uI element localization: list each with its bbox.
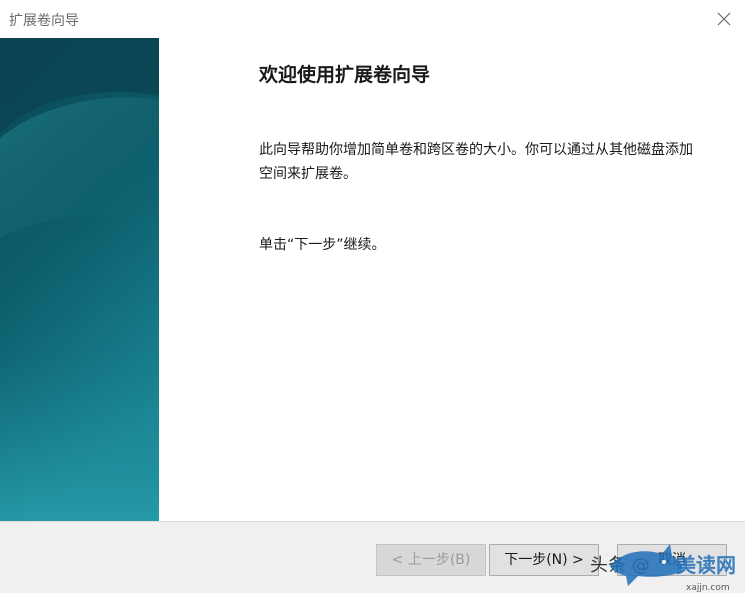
wizard-description: 此向导帮助你增加简单卷和跨区卷的大小。你可以通过从其他磁盘添加空间来扩展卷。 (259, 142, 693, 182)
close-button[interactable] (713, 8, 735, 30)
title-bar[interactable]: 扩展卷向导 (0, 0, 745, 38)
wizard-content: 欢迎使用扩展卷向导 此向导帮助你增加简单卷和跨区卷的大小。你可以通过从其他磁盘添… (159, 38, 745, 521)
banner-graphic (0, 38, 159, 521)
wizard-heading: 欢迎使用扩展卷向导 (259, 64, 431, 86)
watermark-text: 头条 @ (590, 555, 650, 576)
close-icon (717, 12, 731, 26)
back-button[interactable]: < 上一步(B) (376, 544, 486, 576)
window-title: 扩展卷向导 (9, 13, 79, 29)
next-button[interactable]: 下一步(N) > (489, 544, 599, 576)
extend-volume-wizard-window: 扩展卷向导 欢迎使用扩展卷向导 此向导帮助你增加简单卷和跨区卷的大小。你可以通过… (0, 0, 745, 593)
wizard-hint: 单击“下一步”继续。 (259, 237, 386, 253)
wizard-side-banner (0, 38, 159, 521)
